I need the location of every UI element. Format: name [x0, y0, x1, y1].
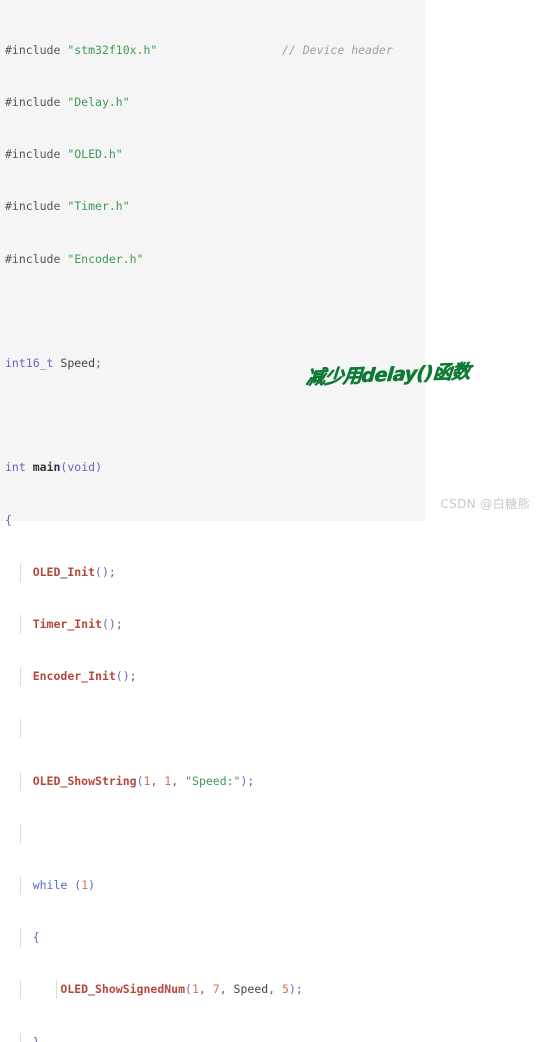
token-number: 1 — [164, 773, 172, 788]
token-comma: , — [268, 982, 283, 997]
token-semicolon: ; — [95, 356, 102, 371]
token-brace-open: { — [5, 512, 12, 527]
token-number: 1 — [191, 982, 199, 997]
token-preprocessor: #include — [5, 199, 61, 214]
token-header-path: "Timer.h" — [67, 199, 130, 214]
token-comma: , — [150, 773, 165, 788]
token-string-speed-label: "Speed:" — [185, 773, 241, 788]
token-semicolon: ; — [115, 617, 123, 632]
token-header-path: "Delay.h" — [67, 95, 130, 110]
token-number: 1 — [81, 878, 89, 893]
code-line-14-blank — [5, 719, 540, 739]
token-paren-open: () — [101, 617, 116, 632]
code-line-12: Timer_Init(); — [5, 615, 540, 635]
code-line-19: OLED_ShowSignedNum(1, 7, Speed, 5); — [5, 980, 540, 1000]
token-header-path: "stm32f10x.h" — [67, 42, 158, 57]
token-paren-open: () — [115, 669, 130, 684]
csdn-watermark: CSDN @白糖熊 — [440, 497, 530, 511]
code-line-16-blank — [5, 823, 540, 844]
code-line-4: #include "Timer.h" — [5, 198, 540, 215]
token-brace-close: } — [32, 1034, 40, 1042]
token-comma: , — [219, 982, 234, 997]
token-keyword-while: while — [32, 878, 68, 893]
token-function-main: main — [32, 460, 61, 475]
token-keyword-void: void — [67, 460, 96, 475]
token-number: 7 — [212, 982, 220, 997]
token-type-int16t: int16_t — [5, 356, 54, 371]
token-comma: , — [198, 982, 213, 997]
token-brace-open: { — [32, 930, 40, 945]
token-paren-open: ( — [185, 982, 192, 997]
token-variable-speed: Speed — [60, 356, 96, 371]
code-line-1: #include "stm32f10x.h" // Device header — [5, 42, 540, 59]
token-paren-close: ) — [288, 982, 296, 997]
code-line-11: OLED_Init(); — [5, 562, 540, 583]
code-line-9: int main(void) — [5, 459, 540, 476]
token-semicolon: ; — [108, 564, 116, 579]
token-number: 5 — [282, 982, 289, 997]
token-header-path: "Encoder.h" — [67, 251, 144, 266]
code-line-2: #include "Delay.h" — [5, 94, 540, 111]
token-keyword-int: int — [5, 460, 26, 475]
token-preprocessor: #include — [5, 251, 61, 266]
code-line-6-blank — [5, 303, 540, 320]
code-line-10: { — [5, 512, 540, 529]
token-comma: , — [171, 773, 186, 788]
token-paren-open: () — [95, 564, 109, 579]
code-line-8-blank — [5, 407, 540, 424]
inline-comment: // Device header — [281, 42, 393, 57]
code-line-3: #include "OLED.h" — [5, 146, 540, 163]
token-paren-close: ) — [240, 773, 248, 788]
token-variable-speed: Speed — [233, 982, 269, 997]
code-line-20: } — [5, 1032, 540, 1042]
token-call-encoder-init: Encoder_Init — [32, 669, 116, 684]
token-call-oled-showstring: OLED_ShowString — [32, 773, 137, 788]
token-paren-open: ( — [136, 773, 144, 788]
token-call-oled-init: OLED_Init — [32, 564, 96, 579]
code-line-13: Encoder_Init(); — [5, 667, 540, 687]
token-paren-close: ) — [88, 878, 96, 893]
token-header-path: "OLED.h" — [67, 147, 123, 162]
token-preprocessor: #include — [5, 42, 61, 57]
token-preprocessor: #include — [5, 147, 61, 162]
token-semicolon: ; — [129, 669, 137, 684]
code-line-5: #include "Encoder.h" — [5, 251, 540, 268]
token-number: 1 — [143, 773, 151, 788]
token-call-timer-init: Timer_Init — [32, 617, 102, 632]
code-line-15: OLED_ShowString(1, 1, "Speed:"); — [5, 771, 540, 792]
token-paren-open: ( — [74, 878, 82, 893]
token-semicolon: ; — [247, 773, 255, 788]
code-line-18: { — [5, 928, 540, 948]
token-preprocessor: #include — [5, 95, 61, 110]
token-call-oled-showsignednum: OLED_ShowSignedNum — [60, 982, 186, 997]
code-line-17: while (1) — [5, 876, 540, 896]
token-paren-close: ) — [95, 460, 102, 475]
token-semicolon: ; — [295, 982, 303, 997]
code-listing[interactable]: #include "stm32f10x.h" // Device header … — [0, 0, 540, 1042]
